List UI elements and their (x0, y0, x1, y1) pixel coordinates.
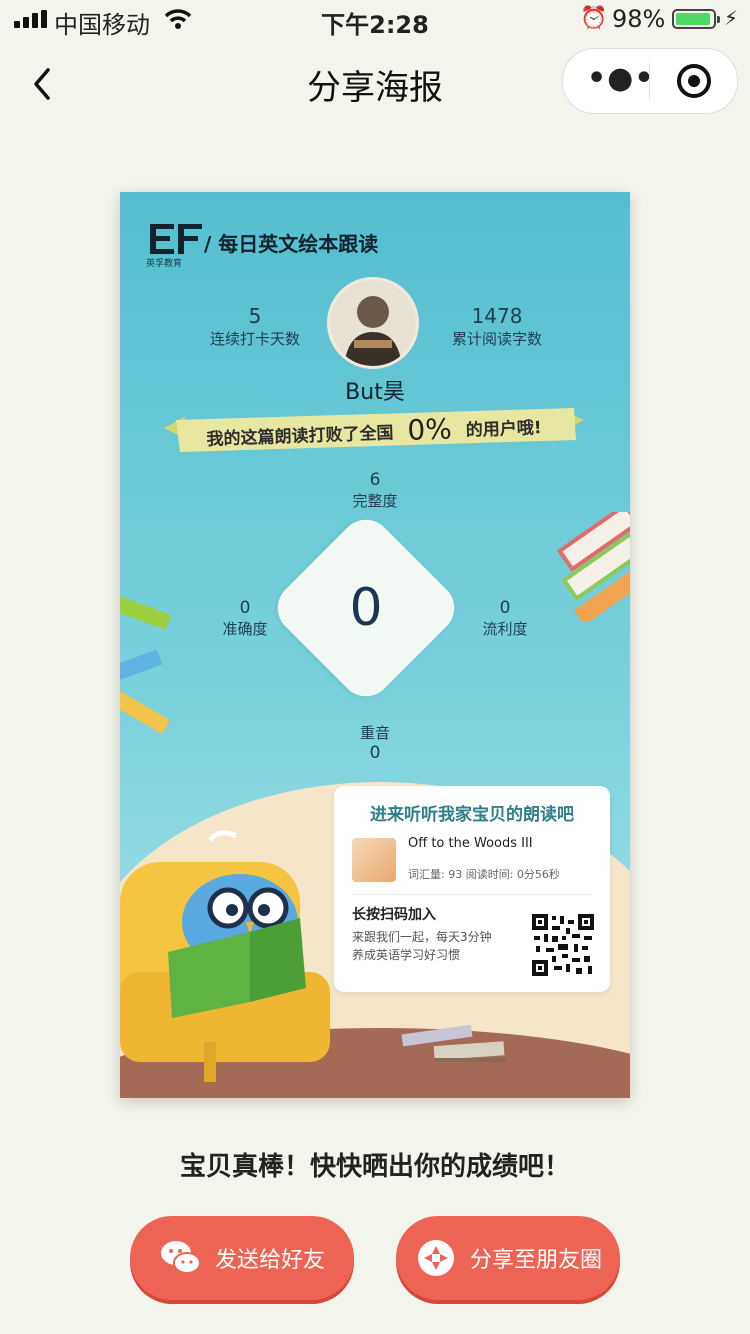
ranking-suffix: 的用户哦! (465, 417, 542, 441)
card-divider (352, 894, 592, 895)
accuracy-value: 0 (239, 598, 251, 618)
status-bar: 中国移动 下午2:28 ⏰ 98% ⚡ (0, 0, 750, 40)
capsule-divider (649, 63, 650, 99)
fluency-value: 0 (499, 598, 511, 618)
invite-card[interactable]: 进来听听我家宝贝的朗读吧 Off to the Woods III 词汇量: 9… (334, 786, 610, 992)
total-score: 0 (349, 578, 383, 638)
qr-code[interactable] (532, 914, 594, 976)
stress-stat: 重音 0 (325, 722, 425, 763)
fluency-label: 流利度 (482, 620, 528, 638)
completeness-stat: 6 完整度 (325, 470, 425, 511)
card-heading: 进来听听我家宝贝的朗读吧 (370, 805, 574, 825)
share-moments-button[interactable]: 分享至朋友圈 (396, 1216, 620, 1300)
moments-icon (417, 1240, 454, 1276)
streak-stat: 5 连续打卡天数 (200, 304, 310, 349)
nav-bar: 分享海报 •●• (0, 40, 750, 126)
fluency-stat: 0 流利度 (470, 598, 540, 639)
poster-brand-title: / 每日英文绘本跟读 (204, 232, 379, 256)
logo-subtitle: 英孚教育 (146, 259, 183, 269)
ranking-percent: 0% (406, 411, 453, 447)
crayons-illustration (120, 594, 171, 734)
mini-program-capsule: •●• (562, 48, 738, 114)
battery-icon (672, 9, 720, 29)
book-meta: 词汇量: 93 阅读时间: 0分56秒 (408, 868, 560, 881)
card-desc-line1: 来跟我们一起，每天3分钟 (352, 930, 492, 944)
wechat-icon (160, 1241, 201, 1274)
encouragement-caption: 宝贝真棒！快快晒出你的成绩吧！ (179, 1152, 570, 1182)
words-stat: 1478 累计阅读字数 (442, 304, 552, 349)
scan-to-join: 长按扫码加入 (352, 907, 436, 923)
completeness-value: 6 (369, 470, 381, 490)
charging-icon: ⚡ (724, 6, 739, 30)
stress-value: 0 (369, 743, 381, 763)
books-illustration (556, 512, 630, 622)
streak-label: 连续打卡天数 (209, 330, 300, 348)
completeness-label: 完整度 (352, 492, 398, 510)
words-label: 累计阅读字数 (451, 330, 542, 348)
words-value: 1478 (471, 304, 523, 328)
ef-logo (150, 224, 202, 254)
owl-armchair-illustration (120, 830, 330, 1082)
book-cover (352, 838, 396, 882)
battery-percent: 98% (612, 5, 666, 33)
alarm-icon: ⏰ (580, 6, 608, 31)
book-title: Off to the Woods III (408, 836, 533, 851)
stress-label: 重音 (359, 724, 390, 742)
accuracy-label: 准确度 (222, 620, 268, 638)
accuracy-stat: 0 准确度 (210, 598, 280, 639)
send-to-friend-button[interactable]: 发送给好友 (130, 1216, 354, 1300)
share-moments-label: 分享至朋友圈 (469, 1248, 602, 1273)
ranking-prefix: 我的这篇朗读打败了全国 (206, 422, 394, 450)
floor-books-illustration (401, 1024, 506, 1062)
streak-value: 5 (248, 304, 262, 328)
avatar (330, 280, 416, 366)
send-to-friend-label: 发送给好友 (214, 1248, 325, 1273)
more-icon[interactable]: •●• (587, 61, 655, 96)
target-icon[interactable] (675, 62, 713, 100)
share-poster[interactable]: 英孚教育 / 每日英文绘本跟读 5 连续打卡天数 1478 累计阅读字数 But… (120, 192, 630, 1098)
card-desc-line2: 养成英语学习好习惯 (352, 948, 461, 962)
